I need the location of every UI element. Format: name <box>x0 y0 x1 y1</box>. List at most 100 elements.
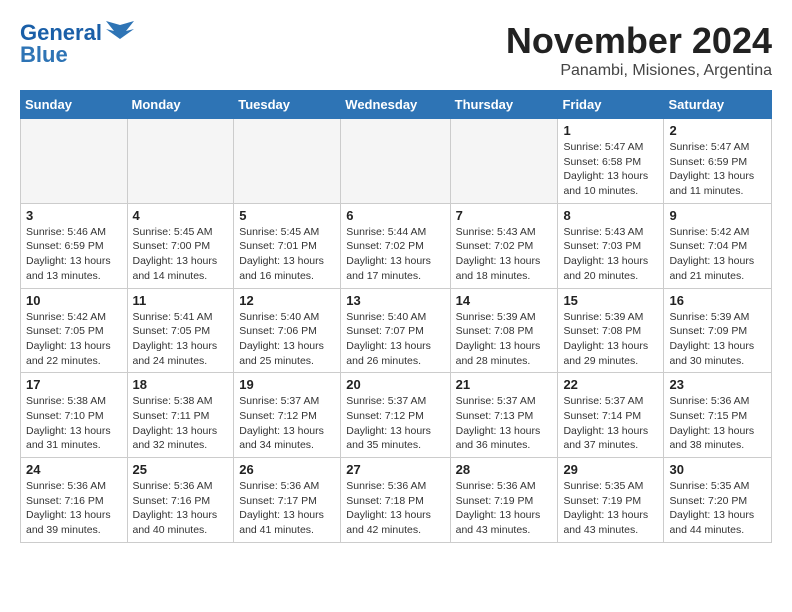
calendar-cell: 30Sunrise: 5:35 AM Sunset: 7:20 PM Dayli… <box>664 458 772 543</box>
calendar-cell <box>21 119 128 204</box>
day-number: 12 <box>239 293 335 308</box>
day-info: Sunrise: 5:42 AM Sunset: 7:05 PM Dayligh… <box>26 310 122 369</box>
calendar-cell <box>234 119 341 204</box>
day-info: Sunrise: 5:39 AM Sunset: 7:09 PM Dayligh… <box>669 310 766 369</box>
day-info: Sunrise: 5:44 AM Sunset: 7:02 PM Dayligh… <box>346 225 444 284</box>
calendar-cell: 13Sunrise: 5:40 AM Sunset: 7:07 PM Dayli… <box>341 288 450 373</box>
week-row-5: 24Sunrise: 5:36 AM Sunset: 7:16 PM Dayli… <box>21 458 772 543</box>
day-number: 22 <box>563 377 658 392</box>
day-info: Sunrise: 5:37 AM Sunset: 7:13 PM Dayligh… <box>456 394 553 453</box>
calendar-cell: 9Sunrise: 5:42 AM Sunset: 7:04 PM Daylig… <box>664 203 772 288</box>
day-info: Sunrise: 5:46 AM Sunset: 6:59 PM Dayligh… <box>26 225 122 284</box>
page-subtitle: Panambi, Misiones, Argentina <box>506 62 772 80</box>
calendar-cell: 24Sunrise: 5:36 AM Sunset: 7:16 PM Dayli… <box>21 458 128 543</box>
title-section: November 2024 Panambi, Misiones, Argenti… <box>506 20 772 80</box>
day-number: 5 <box>239 208 335 223</box>
calendar-cell: 15 Sunrise: 5:39 AM Sunset: 7:08 PM Dayli… <box>558 288 664 373</box>
logo: General Blue <box>20 20 134 68</box>
calendar-cell: 18 Sunrise: 5:38 AM Sunset: 7:11 PM Dayli… <box>127 373 234 458</box>
day-number: 26 <box>239 462 335 477</box>
week-row-4: 17Sunrise: 5:38 AM Sunset: 7:10 PM Dayli… <box>21 373 772 458</box>
day-info: Sunrise: 5:41 AM Sunset: 7:05 PM Dayligh… <box>133 310 229 369</box>
col-wednesday: Wednesday <box>341 91 450 119</box>
page-header: General Blue November 2024 Panambi, Misi… <box>20 20 772 80</box>
day-info: Sunrise: 5:35 AM Sunset: 7:19 PM Dayligh… <box>563 479 658 538</box>
logo-text-blue: Blue <box>20 42 68 68</box>
day-number: 2 <box>669 123 766 138</box>
day-number: 3 <box>26 208 122 223</box>
day-info: Sunrise: 5:36 AM Sunset: 7:16 PM Dayligh… <box>26 479 122 538</box>
day-number: 6 <box>346 208 444 223</box>
day-info: Sunrise: 5:38 AM Sunset: 7:11 PM Dayligh… <box>133 394 229 453</box>
page-title: November 2024 <box>506 20 772 62</box>
calendar-cell: 2 Sunrise: 5:47 AM Sunset: 6:59 PM Daylig… <box>664 119 772 204</box>
day-info: Sunrise: 5:45 AM Sunset: 7:00 PM Dayligh… <box>133 225 229 284</box>
day-number: 16 <box>669 293 766 308</box>
day-info: Sunrise: 5:47 AM Sunset: 6:59 PM Dayligh… <box>669 140 766 199</box>
calendar-cell: 6 Sunrise: 5:44 AM Sunset: 7:02 PM Daylig… <box>341 203 450 288</box>
calendar-cell: 1 Sunrise: 5:47 AM Sunset: 6:58 PM Daylig… <box>558 119 664 204</box>
calendar-cell: 29 Sunrise: 5:35 AM Sunset: 7:19 PM Dayli… <box>558 458 664 543</box>
calendar-cell <box>127 119 234 204</box>
calendar-cell: 7Sunrise: 5:43 AM Sunset: 7:02 PM Daylig… <box>450 203 558 288</box>
calendar-cell: 27 Sunrise: 5:36 AM Sunset: 7:18 PM Dayli… <box>341 458 450 543</box>
col-monday: Monday <box>127 91 234 119</box>
calendar-cell: 5 Sunrise: 5:45 AM Sunset: 7:01 PM Daylig… <box>234 203 341 288</box>
calendar-cell: 4 Sunrise: 5:45 AM Sunset: 7:00 PM Daylig… <box>127 203 234 288</box>
calendar-cell: 22 Sunrise: 5:37 AM Sunset: 7:14 PM Dayli… <box>558 373 664 458</box>
calendar-cell: 16 Sunrise: 5:39 AM Sunset: 7:09 PM Dayli… <box>664 288 772 373</box>
day-info: Sunrise: 5:47 AM Sunset: 6:58 PM Dayligh… <box>563 140 658 199</box>
day-number: 14 <box>456 293 553 308</box>
day-info: Sunrise: 5:38 AM Sunset: 7:10 PM Dayligh… <box>26 394 122 453</box>
calendar-header-row: Sunday Monday Tuesday Wednesday Thursday… <box>21 91 772 119</box>
calendar-cell: 20Sunrise: 5:37 AM Sunset: 7:12 PM Dayli… <box>341 373 450 458</box>
day-number: 20 <box>346 377 444 392</box>
day-number: 18 <box>133 377 229 392</box>
col-friday: Friday <box>558 91 664 119</box>
day-info: Sunrise: 5:36 AM Sunset: 7:18 PM Dayligh… <box>346 479 444 538</box>
day-info: Sunrise: 5:35 AM Sunset: 7:20 PM Dayligh… <box>669 479 766 538</box>
day-number: 11 <box>133 293 229 308</box>
calendar-cell: 28 Sunrise: 5:36 AM Sunset: 7:19 PM Dayli… <box>450 458 558 543</box>
day-info: Sunrise: 5:39 AM Sunset: 7:08 PM Dayligh… <box>563 310 658 369</box>
day-info: Sunrise: 5:36 AM Sunset: 7:19 PM Dayligh… <box>456 479 553 538</box>
calendar-cell: 17Sunrise: 5:38 AM Sunset: 7:10 PM Dayli… <box>21 373 128 458</box>
day-info: Sunrise: 5:39 AM Sunset: 7:08 PM Dayligh… <box>456 310 553 369</box>
day-number: 29 <box>563 462 658 477</box>
day-info: Sunrise: 5:45 AM Sunset: 7:01 PM Dayligh… <box>239 225 335 284</box>
calendar-cell: 23Sunrise: 5:36 AM Sunset: 7:15 PM Dayli… <box>664 373 772 458</box>
calendar-cell: 8Sunrise: 5:43 AM Sunset: 7:03 PM Daylig… <box>558 203 664 288</box>
calendar-cell: 10Sunrise: 5:42 AM Sunset: 7:05 PM Dayli… <box>21 288 128 373</box>
day-info: Sunrise: 5:37 AM Sunset: 7:14 PM Dayligh… <box>563 394 658 453</box>
calendar-cell: 14 Sunrise: 5:39 AM Sunset: 7:08 PM Dayli… <box>450 288 558 373</box>
day-number: 19 <box>239 377 335 392</box>
calendar-cell <box>450 119 558 204</box>
day-number: 27 <box>346 462 444 477</box>
calendar-cell: 26 Sunrise: 5:36 AM Sunset: 7:17 PM Dayli… <box>234 458 341 543</box>
day-number: 25 <box>133 462 229 477</box>
day-info: Sunrise: 5:37 AM Sunset: 7:12 PM Dayligh… <box>239 394 335 453</box>
col-thursday: Thursday <box>450 91 558 119</box>
day-info: Sunrise: 5:42 AM Sunset: 7:04 PM Dayligh… <box>669 225 766 284</box>
calendar-cell: 21 Sunrise: 5:37 AM Sunset: 7:13 PM Dayli… <box>450 373 558 458</box>
page-container: General Blue November 2024 Panambi, Misi… <box>20 20 772 543</box>
calendar-cell <box>341 119 450 204</box>
calendar-table: Sunday Monday Tuesday Wednesday Thursday… <box>20 90 772 543</box>
day-info: Sunrise: 5:43 AM Sunset: 7:03 PM Dayligh… <box>563 225 658 284</box>
week-row-2: 3 Sunrise: 5:46 AM Sunset: 6:59 PM Daylig… <box>21 203 772 288</box>
day-number: 15 <box>563 293 658 308</box>
day-number: 28 <box>456 462 553 477</box>
col-sunday: Sunday <box>21 91 128 119</box>
day-number: 7 <box>456 208 553 223</box>
col-saturday: Saturday <box>664 91 772 119</box>
day-number: 23 <box>669 377 766 392</box>
day-number: 1 <box>563 123 658 138</box>
week-row-3: 10Sunrise: 5:42 AM Sunset: 7:05 PM Dayli… <box>21 288 772 373</box>
calendar-cell: 19 Sunrise: 5:37 AM Sunset: 7:12 PM Dayli… <box>234 373 341 458</box>
day-info: Sunrise: 5:36 AM Sunset: 7:17 PM Dayligh… <box>239 479 335 538</box>
day-number: 4 <box>133 208 229 223</box>
calendar-cell: 3 Sunrise: 5:46 AM Sunset: 6:59 PM Daylig… <box>21 203 128 288</box>
calendar-cell: 11 Sunrise: 5:41 AM Sunset: 7:05 PM Dayli… <box>127 288 234 373</box>
week-row-1: 1 Sunrise: 5:47 AM Sunset: 6:58 PM Daylig… <box>21 119 772 204</box>
day-number: 21 <box>456 377 553 392</box>
